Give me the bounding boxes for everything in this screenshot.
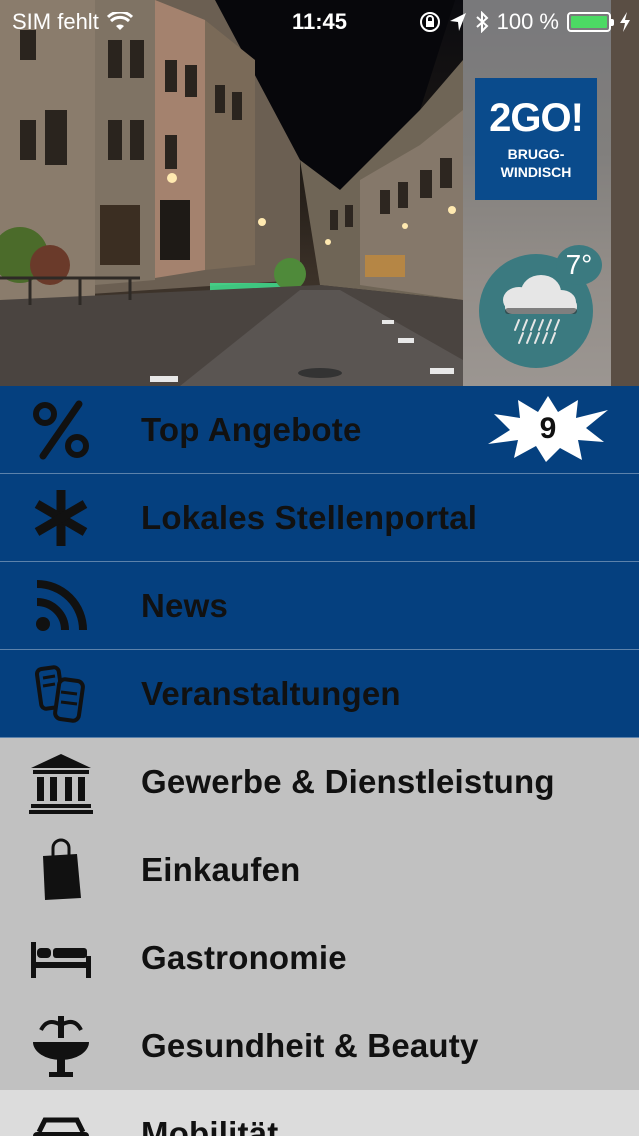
- menu-item-veranstaltungen[interactable]: Veranstaltungen: [0, 650, 639, 738]
- header-photo: 2GO! BRUGG- WINDISCH 7° SIM fehlt 11:45 …: [0, 0, 639, 386]
- location-arrow-icon: [449, 13, 466, 31]
- menu-item-gewerbe[interactable]: Gewerbe & Dienstleistung: [0, 738, 639, 826]
- menu-item-label: Veranstaltungen: [141, 674, 401, 712]
- asterisk-icon: [22, 479, 100, 557]
- battery-percent: 100 %: [496, 9, 559, 34]
- tickets-icon: [22, 655, 100, 733]
- logo-subtitle-line2: WINDISCH: [500, 164, 572, 181]
- logo-subtitle-line1: BRUGG-: [507, 146, 565, 162]
- battery-level: [571, 16, 607, 28]
- logo-title: 2GO!: [489, 96, 584, 140]
- menu-item-einkaufen[interactable]: Einkaufen: [0, 826, 639, 914]
- bed-icon: [22, 919, 100, 997]
- menu-item-label: Top Angebote: [141, 410, 362, 448]
- app-logo: 2GO! BRUGG- WINDISCH: [475, 78, 597, 200]
- charging-bolt-icon: [620, 12, 630, 32]
- menu-item-label: News: [141, 586, 229, 624]
- menu-item-label: Mobilität: [141, 1114, 279, 1136]
- percent-icon: [22, 391, 100, 469]
- battery-icon: [567, 12, 614, 32]
- rotation-lock-icon: [419, 12, 440, 32]
- menu-item-label: Einkaufen: [141, 850, 301, 888]
- fountain-icon: [22, 1007, 100, 1085]
- badge-count: 9: [539, 412, 557, 445]
- menu-item-label: Gewerbe & Dienstleistung: [141, 762, 555, 800]
- menu-item-stellenportal[interactable]: Lokales Stellenportal: [0, 474, 639, 562]
- menu-item-news[interactable]: News: [0, 562, 639, 650]
- menu-item-gastronomie[interactable]: Gastronomie: [0, 914, 639, 1002]
- main-menu: Top Angebote 9 Lokales Stellenportal New…: [0, 386, 639, 1136]
- rss-icon: [22, 567, 100, 645]
- menu-item-top-angebote[interactable]: Top Angebote 9: [0, 386, 639, 474]
- status-bar: SIM fehlt 11:45 100 %: [0, 0, 639, 44]
- temperature-label: 7°: [556, 245, 602, 285]
- menu-item-gesundheit[interactable]: Gesundheit & Beauty: [0, 1002, 639, 1090]
- car-icon: [22, 1095, 100, 1136]
- menu-item-label: Lokales Stellenportal: [141, 498, 478, 536]
- shopping-bag-icon: [22, 831, 100, 909]
- bank-icon: [22, 743, 100, 821]
- bluetooth-icon: [475, 11, 489, 33]
- menu-item-mobilitaet[interactable]: Mobilität: [0, 1090, 639, 1136]
- menu-item-label: Gastronomie: [141, 938, 347, 976]
- offers-count-badge: 9: [486, 394, 610, 464]
- menu-item-label: Gesundheit & Beauty: [141, 1026, 479, 1064]
